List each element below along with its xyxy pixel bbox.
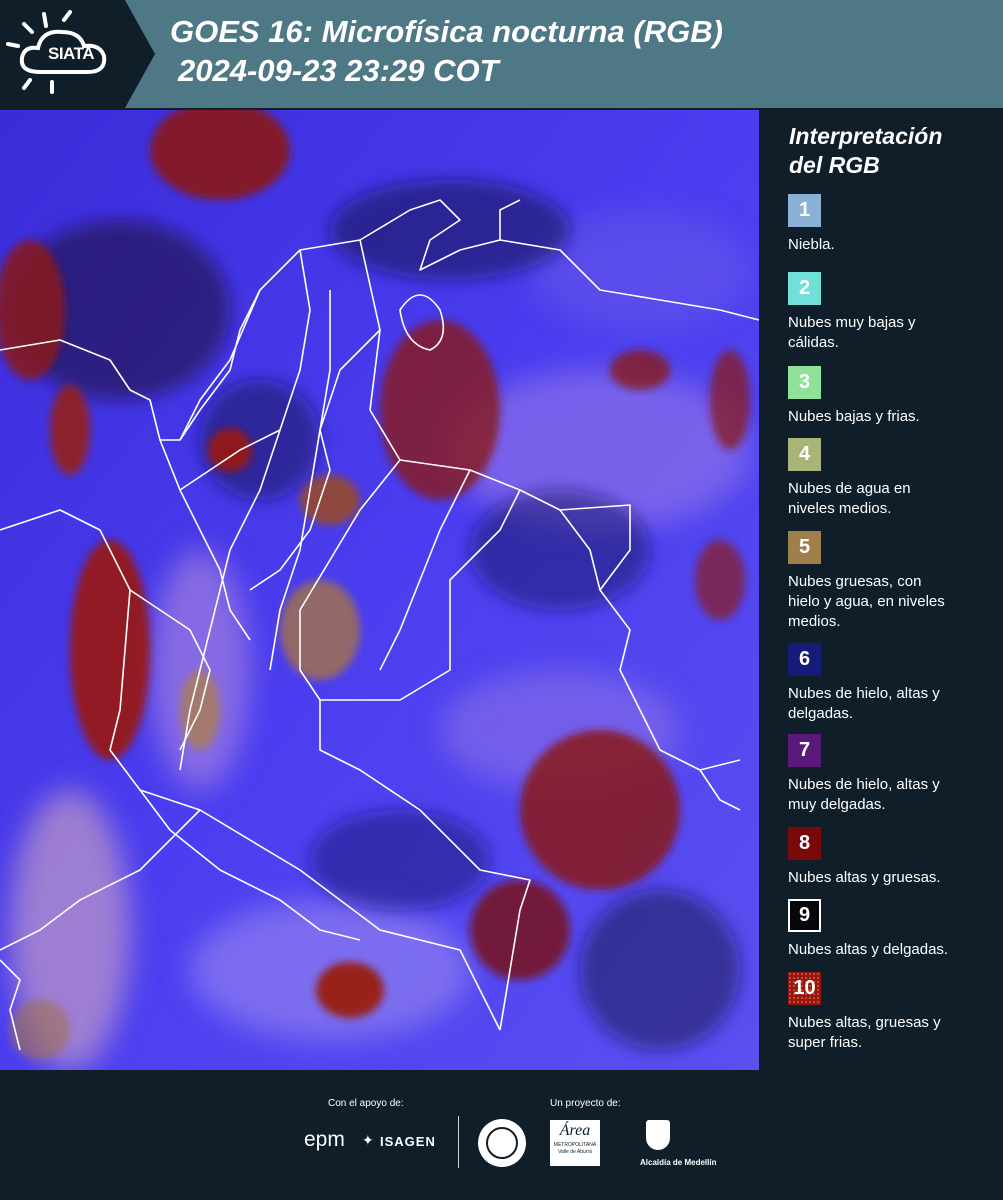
legend-label: Nubes bajas y frias.	[788, 408, 920, 425]
page-timestamp: 2024-09-23 23:29 COT	[178, 53, 499, 88]
project-label: Un proyecto de:	[550, 1098, 621, 1109]
legend-label: Nubes gruesas, con hielo y agua, en nive…	[788, 573, 945, 630]
legend-label: Nubes de hielo, altas y muy delgadas.	[788, 776, 940, 813]
legend-title: Interpretación del RGB	[789, 123, 943, 178]
legend-item-5: 5 Nubes gruesas, con hielo y agua, en ni…	[788, 531, 998, 632]
legend-item-2: 2 Nubes muy bajas y cálidas.	[788, 272, 998, 353]
legend-item-9: 9 Nubes altas y delgadas.	[788, 899, 998, 960]
isagen-icon: ✦	[362, 1132, 374, 1148]
rgb-composite-image	[0, 110, 759, 1070]
footer: Con el apoyo de: Un proyecto de: epm ✦ I…	[0, 1070, 1003, 1200]
legend-swatch: 5	[788, 531, 821, 564]
epm-logo[interactable]: epm	[304, 1128, 345, 1152]
seal-inner-icon	[486, 1127, 518, 1159]
legend-label: Nubes altas, gruesas y super frias.	[788, 1014, 941, 1051]
page-title: GOES 16: Microfísica nocturna (RGB)	[170, 14, 723, 49]
legend-item-7: 7 Nubes de hielo, altas y muy delgadas.	[788, 734, 998, 815]
legend-swatch: 7	[788, 734, 821, 767]
siata-logo[interactable]: SIATA	[0, 0, 155, 108]
area-metropolitana-logo[interactable]: Área METROPOLITANA Valle de Aburrá	[550, 1120, 600, 1166]
legend-label: Nubes de hielo, altas y delgadas.	[788, 685, 940, 722]
legend-label: Nubes muy bajas y cálidas.	[788, 314, 916, 351]
legend-item-6: 6 Nubes de hielo, altas y delgadas.	[788, 643, 998, 724]
alcaldia-crest-icon	[646, 1120, 670, 1150]
legend-item-8: 8 Nubes altas y gruesas.	[788, 827, 998, 888]
legend-item-1: 1 Niebla.	[788, 194, 998, 255]
logo-text: SIATA	[48, 44, 94, 63]
footer-divider	[458, 1116, 459, 1168]
legend-item-4: 4 Nubes de agua en niveles medios.	[788, 438, 998, 519]
alcaldia-logo[interactable]: Alcaldía de Medellín	[640, 1158, 716, 1167]
legend-label: Nubes altas y delgadas.	[788, 941, 949, 958]
legend-label: Nubes de agua en niveles medios.	[788, 480, 911, 517]
legend-swatch: 6	[788, 643, 821, 676]
legend-label: Nubes altas y gruesas.	[788, 869, 941, 886]
legend-swatch: 4	[788, 438, 821, 471]
support-label: Con el apoyo de:	[328, 1098, 404, 1109]
legend-swatch: 3	[788, 366, 821, 399]
legend-item-10: 10 Nubes altas, gruesas y super frias.	[788, 972, 998, 1053]
legend-label: Niebla.	[788, 236, 835, 253]
rgb-legend: Interpretación del RGB 1 Niebla. 2 Nubes…	[760, 110, 1003, 1070]
medellin-seal-icon[interactable]	[478, 1119, 526, 1167]
satellite-map[interactable]	[0, 110, 759, 1070]
legend-swatch: 10	[788, 972, 821, 1005]
legend-swatch: 1	[788, 194, 821, 227]
legend-swatch: 8	[788, 827, 821, 860]
isagen-logo[interactable]: ISAGEN	[380, 1134, 436, 1149]
legend-swatch: 2	[788, 272, 821, 305]
legend-item-3: 3 Nubes bajas y frias.	[788, 366, 998, 427]
legend-swatch: 9	[788, 899, 821, 932]
header-banner: SIATA GOES 16: Microfísica nocturna (RGB…	[0, 0, 1003, 108]
